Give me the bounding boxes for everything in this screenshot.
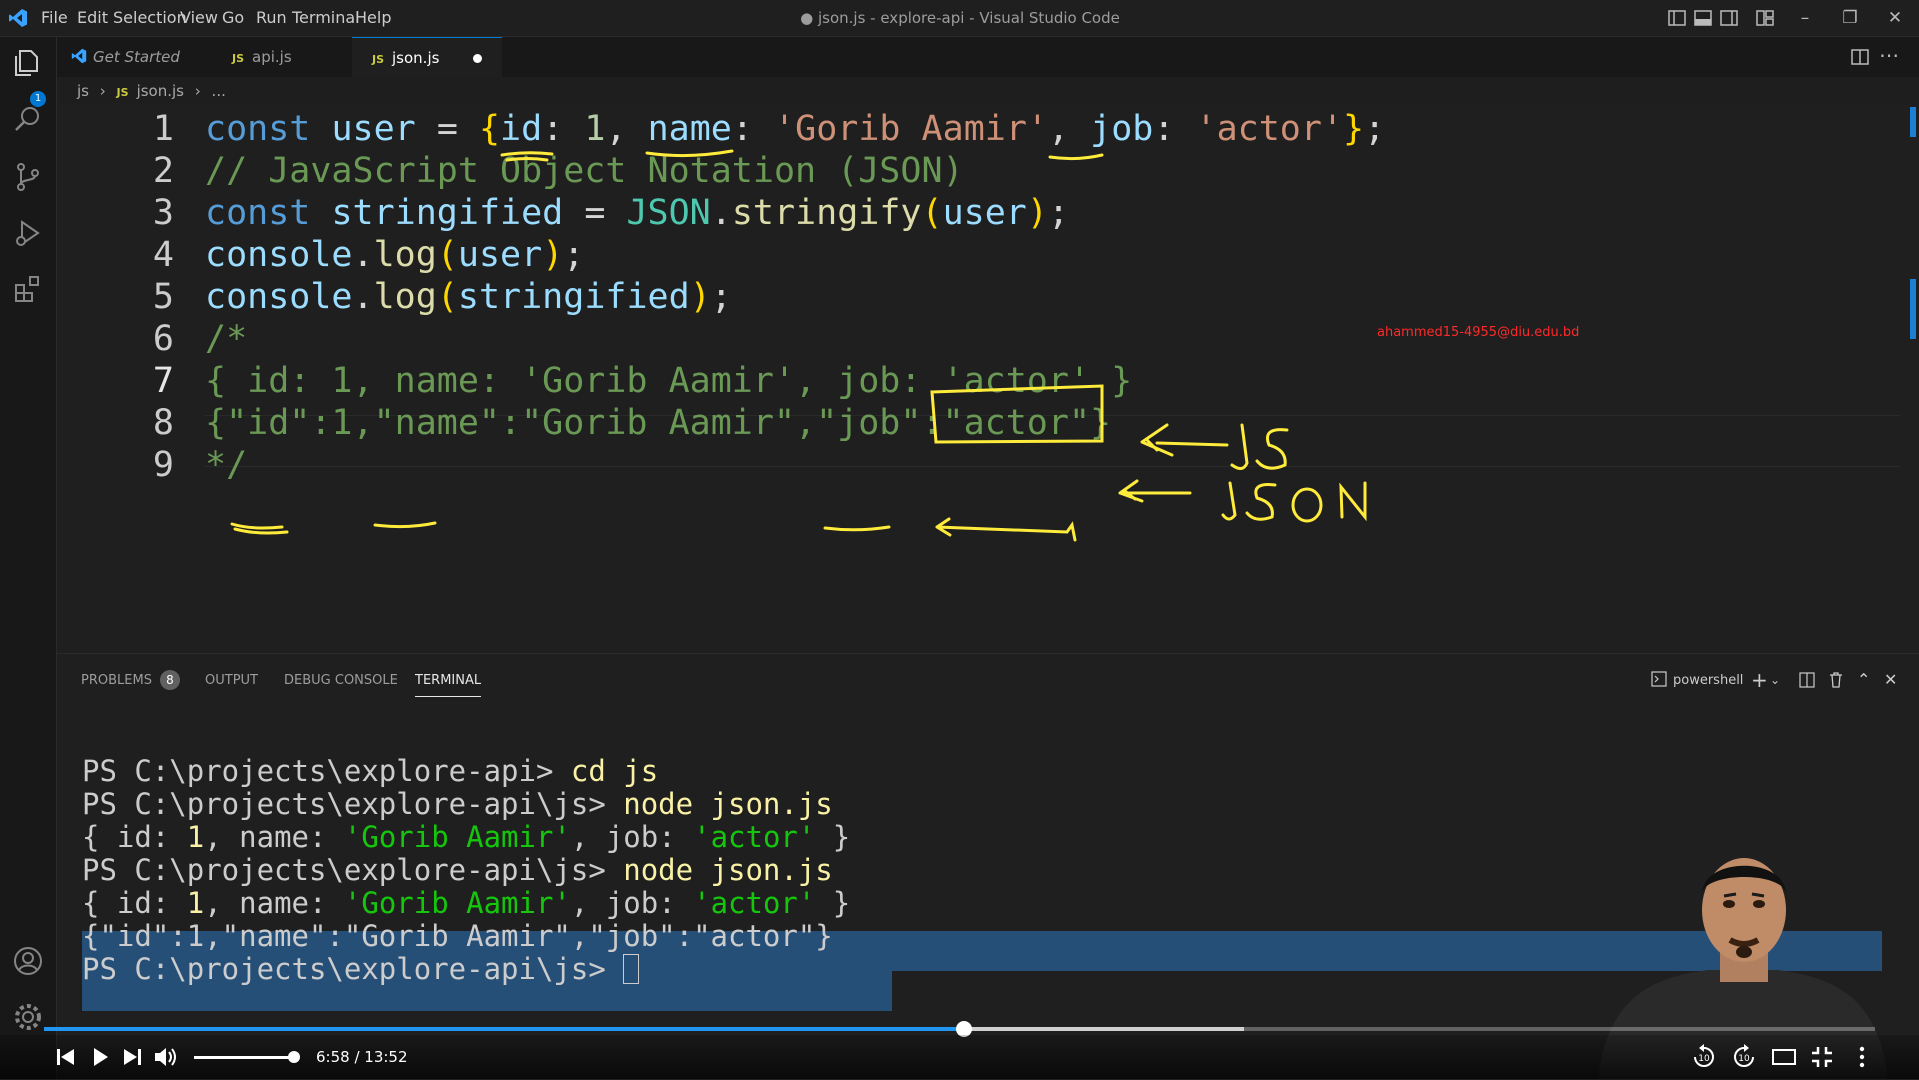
tab-get-started[interactable]: Get Started: [57, 37, 212, 77]
svg-text:10: 10: [1698, 1054, 1710, 1064]
video-progress-fill: [44, 1027, 964, 1031]
code-editor[interactable]: 1 const user = {id: 1, name: 'Gorib Aamir…: [57, 105, 1919, 653]
maximize-panel-icon[interactable]: ⌃: [1857, 668, 1870, 692]
shell-name: powershell: [1673, 673, 1744, 688]
tab-problems[interactable]: PROBLEMS 8: [81, 666, 180, 696]
breadcrumb: js › JS json.js › ...: [57, 77, 226, 105]
tab-problems-label: PROBLEMS: [81, 673, 152, 688]
breadcrumb-more[interactable]: ...: [212, 82, 226, 100]
menu-selection[interactable]: Selection: [113, 0, 187, 36]
restore-icon[interactable]: ❐: [1838, 6, 1862, 30]
forward-10-icon[interactable]: 10: [1730, 1043, 1758, 1071]
tab-debug-console[interactable]: DEBUG CONSOLE: [284, 666, 398, 696]
manage-gear-icon[interactable]: [12, 1001, 44, 1033]
search-icon[interactable]: [12, 103, 44, 135]
volume-handle[interactable]: [288, 1051, 300, 1063]
exit-fullscreen-icon[interactable]: [1808, 1043, 1836, 1071]
account-icon[interactable]: [12, 945, 44, 977]
title-bar: File Edit Selection View Go Run Terminal…: [0, 0, 1919, 37]
chevron-right-icon: ›: [99, 82, 106, 100]
problems-count-badge: 8: [159, 670, 180, 690]
js-file-icon: JS: [372, 53, 385, 66]
tab-api-js[interactable]: JS api.js: [212, 37, 352, 77]
menu-terminal[interactable]: Terminal: [292, 0, 360, 36]
terminal-prompt-line: PS C:\projects\explore-api\js>: [82, 949, 640, 989]
toggle-secondary-sidebar-icon[interactable]: [1720, 9, 1738, 27]
terminal-shell-selector[interactable]: powershell: [1651, 666, 1743, 696]
tab-output[interactable]: OUTPUT: [205, 666, 258, 696]
customize-layout-icon[interactable]: [1756, 9, 1774, 27]
toggle-panel-icon[interactable]: [1694, 9, 1712, 27]
video-controls: 6:58 / 13:52 10 10: [0, 1035, 1919, 1079]
close-icon[interactable]: ✕: [1883, 6, 1907, 30]
vscode-logo-icon: [9, 9, 27, 27]
more-options-icon[interactable]: [1848, 1043, 1876, 1071]
split-editor-icon[interactable]: [1851, 48, 1869, 66]
explorer-icon[interactable]: [12, 47, 44, 79]
play-icon[interactable]: [86, 1043, 114, 1071]
volume-slider[interactable]: [194, 1056, 294, 1059]
theater-mode-icon[interactable]: [1770, 1043, 1798, 1071]
tab-terminal[interactable]: TERMINAL: [415, 666, 482, 697]
tab-json-js[interactable]: JS json.js: [352, 37, 502, 77]
source-control-icon[interactable]: [12, 161, 44, 193]
new-terminal-icon[interactable]: +: [1751, 668, 1768, 692]
split-terminal-icon[interactable]: [1799, 672, 1815, 688]
terminal-cursor: [623, 954, 640, 984]
menu-run[interactable]: Run: [256, 0, 287, 36]
window-title: ● json.js - explore-api - Visual Studio …: [800, 9, 1120, 27]
breadcrumb-folder[interactable]: js: [77, 82, 89, 100]
rewind-10-icon[interactable]: 10: [1690, 1043, 1718, 1071]
chevron-right-icon: ›: [194, 82, 201, 100]
activity-bar: 1: [0, 37, 57, 1079]
js-file-icon: JS: [116, 86, 129, 99]
extensions-icon[interactable]: [12, 273, 44, 305]
tab-label: api.js: [252, 48, 292, 66]
menu-file[interactable]: File: [41, 0, 68, 36]
more-actions-icon[interactable]: ⋯: [1879, 43, 1899, 67]
js-file-icon: JS: [232, 52, 245, 65]
handwritten-annotations: [230, 149, 1367, 542]
svg-text:10: 10: [1738, 1054, 1750, 1064]
editor-tab-bar: Get Started JS api.js JS json.js ⋯: [57, 37, 1919, 77]
menu-help[interactable]: Help: [355, 0, 391, 36]
volume-icon[interactable]: [152, 1043, 180, 1071]
trash-icon[interactable]: [1828, 671, 1844, 688]
chevron-down-icon[interactable]: ⌄: [1770, 670, 1780, 690]
tab-label: json.js: [392, 49, 440, 67]
menu-go[interactable]: Go: [222, 0, 244, 36]
video-time: 6:58 / 13:52: [316, 1048, 408, 1066]
minimize-icon[interactable]: –: [1793, 6, 1817, 30]
terminal-icon: [1651, 671, 1667, 687]
vscode-logo-icon: [71, 48, 87, 64]
toggle-sidebar-icon[interactable]: [1668, 9, 1686, 27]
next-icon[interactable]: [118, 1043, 146, 1071]
previous-icon[interactable]: [52, 1043, 80, 1071]
tab-label: Get Started: [93, 48, 180, 66]
breadcrumb-file[interactable]: json.js: [137, 82, 184, 100]
close-panel-icon[interactable]: ✕: [1884, 668, 1897, 692]
menu-edit[interactable]: Edit: [77, 0, 108, 36]
run-debug-icon[interactable]: [12, 217, 44, 249]
unsaved-dot-icon[interactable]: [473, 54, 482, 63]
menu-view[interactable]: View: [180, 0, 218, 36]
